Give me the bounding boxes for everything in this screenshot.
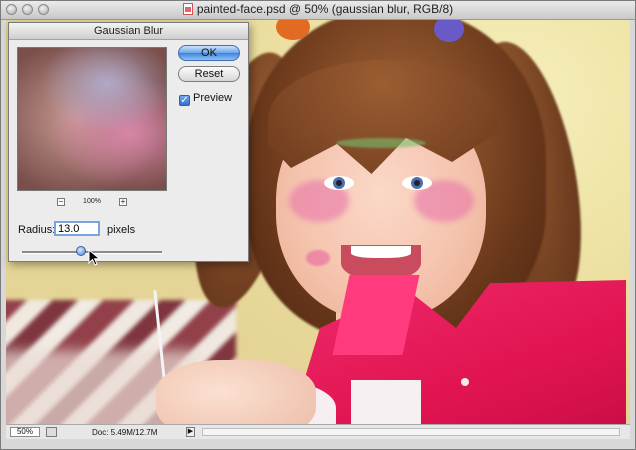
cheek-heart-paint	[306, 250, 330, 266]
radius-input[interactable]	[54, 221, 100, 236]
radius-label: Radius:	[18, 224, 56, 236]
shirt-button	[461, 378, 469, 386]
radius-slider-thumb[interactable]	[76, 246, 86, 256]
forehead-paint	[336, 138, 426, 148]
dialog-title[interactable]: Gaussian Blur	[9, 23, 248, 40]
preview-label: Preview	[193, 92, 233, 104]
gaussian-blur-dialog: Gaussian Blur − 100% + OK Reset ✓ Preview…	[8, 22, 249, 266]
window-title: painted-face.psd @ 50% (gaussian blur, R…	[196, 2, 454, 16]
right-eye	[402, 176, 432, 190]
status-bar: 50% Doc: 5.49M/12.7M ▶	[6, 424, 630, 439]
zoom-in-button[interactable]: +	[119, 198, 127, 206]
right-iris	[411, 177, 423, 189]
preview-checkbox[interactable]: ✓	[179, 95, 190, 106]
title-bar[interactable]: painted-face.psd @ 50% (gaussian blur, R…	[0, 0, 636, 20]
ok-button[interactable]: OK	[178, 45, 240, 61]
zoom-level-field[interactable]: 50%	[10, 427, 40, 437]
white-undershirt	[351, 380, 421, 424]
hand	[156, 360, 316, 424]
status-menu-arrow-icon[interactable]: ▶	[186, 427, 195, 437]
mouse-pointer-icon	[88, 249, 101, 266]
horizontal-scrollbar[interactable]	[202, 428, 620, 436]
reset-button[interactable]: Reset	[178, 66, 240, 82]
blur-preview-pane[interactable]	[17, 47, 167, 191]
photoshop-window: painted-face.psd @ 50% (gaussian blur, R…	[0, 0, 636, 450]
teeth	[351, 246, 411, 258]
left-eye	[324, 176, 354, 190]
window-title-wrap: painted-face.psd @ 50% (gaussian blur, R…	[0, 2, 636, 16]
left-iris	[333, 177, 345, 189]
status-options-icon[interactable]	[46, 427, 57, 437]
preview-zoom-label: 100%	[83, 198, 101, 205]
radius-unit-label: pixels	[107, 224, 136, 236]
preview-checkbox-row[interactable]: ✓ Preview	[179, 92, 232, 106]
document-size-info: Doc: 5.49M/12.7M	[92, 428, 158, 437]
preview-zoom-controls: − 100% +	[17, 198, 167, 210]
psd-document-icon	[182, 3, 193, 15]
